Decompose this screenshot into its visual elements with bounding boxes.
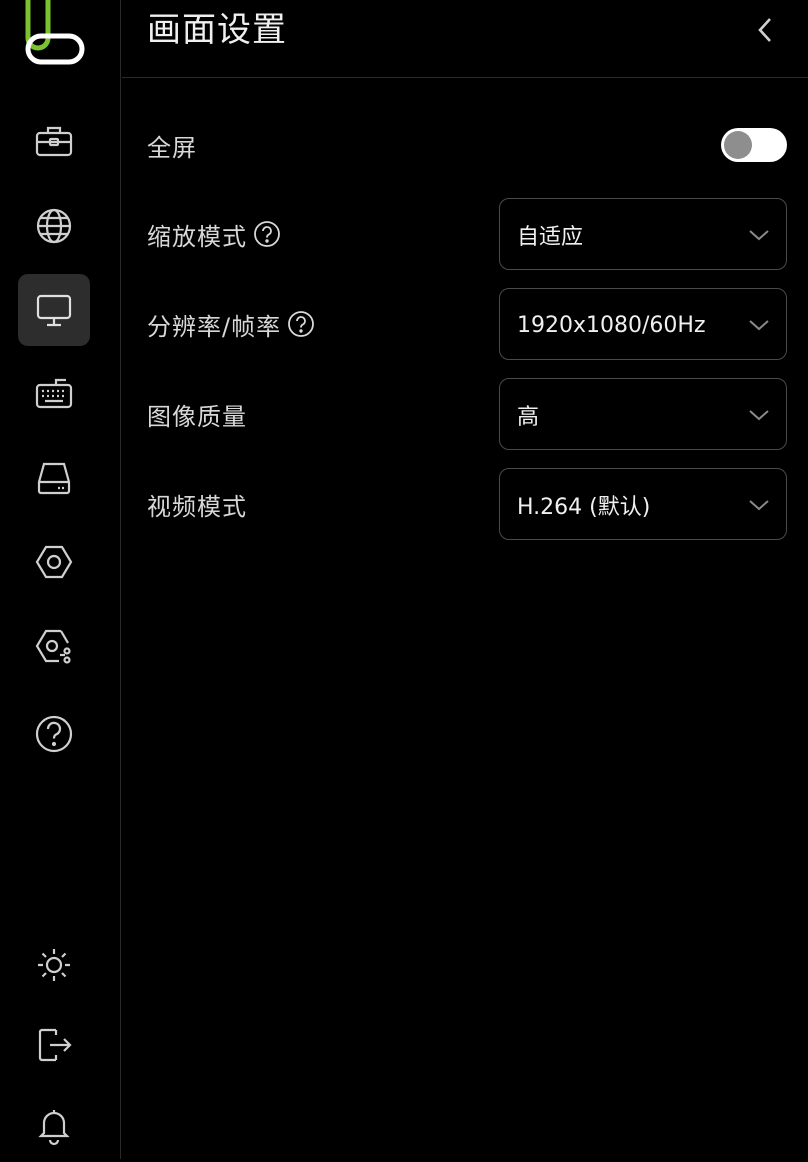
help-circle-icon [35,715,73,753]
main-panel: 画面设置 全屏 缩放模式 自适应 分辨率/帧率 1920x1080/60Hz 图… [122,0,808,1159]
video-mode-row: 视频模式 H.264 (默认) [147,468,787,540]
scale-mode-select[interactable]: 自适应 [499,198,787,270]
fullscreen-row: 全屏 [147,109,787,181]
header: 画面设置 [122,0,808,78]
image-quality-value: 高 [517,405,540,430]
back-button[interactable] [752,14,780,46]
keyboard-icon [35,378,73,409]
page-title: 画面设置 [147,10,287,50]
chevron-left-icon [758,18,771,42]
resolution-row: 分辨率/帧率 1920x1080/60Hz [147,288,787,360]
logout-icon [38,1028,72,1062]
scale-mode-value: 自适应 [517,225,584,250]
image-quality-row: 图像质量 高 [147,378,787,450]
nav-network[interactable] [18,190,90,262]
nav-theme[interactable] [18,929,90,1001]
nav-advanced-settings[interactable] [18,610,90,682]
app-logo[interactable] [22,0,86,68]
nav-settings[interactable] [18,526,90,598]
nav-toolbox[interactable] [18,106,90,178]
scale-mode-label: 缩放模式 [147,222,247,251]
help-circle-icon[interactable] [253,220,281,248]
nav-notifications[interactable] [18,1090,90,1162]
nav-storage[interactable] [18,442,90,514]
video-mode-value: H.264 (默认) [517,495,651,520]
video-mode-label: 视频模式 [147,492,247,521]
fullscreen-toggle[interactable] [721,128,787,162]
sidebar [0,0,121,1159]
drive-icon [37,462,71,495]
bell-icon [38,1110,70,1146]
chevron-down-icon [749,500,769,511]
resolution-label-group: 分辨率/帧率 [147,288,315,360]
chevron-down-icon [749,230,769,241]
resolution-select[interactable]: 1920x1080/60Hz [499,288,787,360]
image-quality-select[interactable]: 高 [499,378,787,450]
nav-help[interactable] [18,698,90,770]
resolution-label: 分辨率/帧率 [147,312,282,341]
toggle-knob [724,131,752,159]
chevron-down-icon [749,320,769,331]
nav-keyboard[interactable] [18,358,90,430]
toolbox-icon [35,126,73,157]
image-quality-label: 图像质量 [147,402,247,431]
nav-logout[interactable] [18,1009,90,1081]
hexagon-settings-icon [35,629,71,664]
monitor-icon [36,294,72,327]
video-mode-select[interactable]: H.264 (默认) [499,468,787,540]
help-circle-icon[interactable] [287,310,315,338]
resolution-value: 1920x1080/60Hz [517,312,706,338]
hexagon-icon [35,545,73,579]
sun-icon [38,949,70,981]
scale-mode-label-group: 缩放模式 [147,198,281,270]
globe-icon [36,208,72,244]
chevron-down-icon [749,410,769,421]
nav-display[interactable] [18,274,90,346]
scale-mode-row: 缩放模式 自适应 [147,198,787,270]
fullscreen-label: 全屏 [147,133,197,162]
